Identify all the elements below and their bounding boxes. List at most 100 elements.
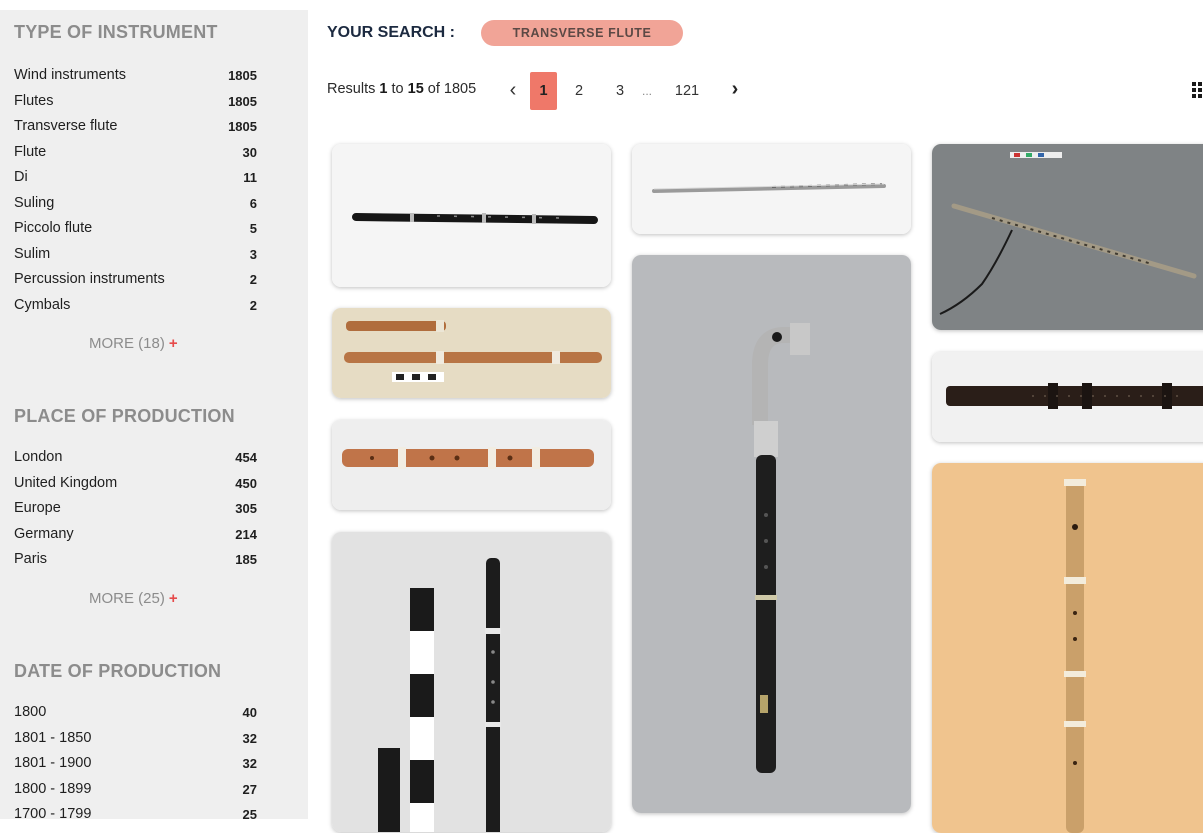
facet-item-count: 6: [249, 195, 257, 211]
plus-icon: +: [168, 590, 178, 607]
facet-item-1800[interactable]: 1800 40: [0, 700, 308, 726]
result-card-boxwood-flute-vertical[interactable]: [932, 463, 1203, 833]
facet-item-label: Di: [14, 169, 28, 185]
facet-item-count: 27: [242, 781, 257, 797]
facet-item-count: 454: [235, 450, 257, 465]
result-card-bass-flute[interactable]: [632, 255, 911, 813]
facet-item-di[interactable]: Di 11: [0, 165, 308, 191]
facet-item-count: 450: [235, 475, 257, 491]
results-to-word: to: [387, 81, 408, 97]
facet-title-date: DATE OF PRODUCTION: [14, 661, 222, 681]
facet-item-count: 2: [249, 272, 257, 287]
facet-item-label: Sulim: [14, 245, 51, 262]
facet-item-london[interactable]: London 454: [0, 445, 308, 471]
facet-item-europe[interactable]: Europe 305: [0, 496, 308, 522]
chevron-right-icon[interactable]: ›: [725, 72, 745, 110]
facet-item-label: Flute: [14, 143, 47, 160]
facet-item-1801-1900[interactable]: 1801 - 1900 32: [0, 751, 308, 777]
facet-item-paris[interactable]: Paris 185: [0, 547, 308, 573]
facet-item-count: 1805: [228, 68, 257, 83]
page-ellipsis: ...: [641, 84, 652, 98]
facet-item-piccolo-flute[interactable]: Piccolo flute 5: [0, 216, 308, 242]
facet-item-count: 1805: [228, 93, 257, 109]
facet-item-label: Suling: [14, 194, 55, 211]
facet-list-place: London 454 United Kingdom 450 Europe 305 Ge…: [0, 445, 308, 573]
facet-item-label: Paris: [14, 551, 48, 567]
more-label: MORE (25): [89, 590, 165, 607]
facet-item-count: 25: [242, 807, 257, 822]
page-button-last[interactable]: 121: [669, 72, 705, 110]
chevron-left-icon[interactable]: ‹: [503, 72, 523, 110]
results-count: Results 1 to 15 of 1805: [327, 81, 476, 97]
facet-item-label: Cymbals: [14, 296, 71, 313]
facet-item-count: 3: [249, 246, 257, 262]
flute-image: [332, 308, 611, 398]
facet-title-instrument: TYPE OF INSTRUMENT: [14, 22, 218, 42]
flute-image: [332, 532, 611, 832]
flute-image: [632, 144, 911, 234]
facet-item-count: 1805: [228, 119, 257, 134]
facet-item-germany[interactable]: Germany 214: [0, 522, 308, 548]
facet-item-label: United Kingdom: [14, 474, 118, 491]
facet-item-united-kingdom[interactable]: United Kingdom 450: [0, 471, 308, 497]
facet-item-label: Piccolo flute: [14, 220, 93, 236]
page-button-3[interactable]: 3: [610, 72, 630, 110]
facet-item-suling[interactable]: Suling 6: [0, 191, 308, 217]
facet-item-count: 30: [242, 144, 257, 160]
facet-list-instrument: Wind instruments 1805 Flutes 1805 Transver…: [0, 63, 308, 318]
facet-item-percussion-instruments[interactable]: Percussion instruments 2: [0, 267, 308, 293]
facet-item-flutes[interactable]: Flutes 1805: [0, 89, 308, 115]
result-card-silver-flute[interactable]: [632, 144, 911, 234]
facet-item-count: 5: [249, 221, 257, 236]
plus-icon: +: [168, 335, 178, 352]
facet-item-label: London: [14, 449, 63, 465]
flute-image: [932, 144, 1203, 330]
results-to: 15: [407, 81, 424, 97]
facet-item-count: 305: [235, 501, 257, 516]
facet-item-label: Wind instruments: [14, 67, 127, 83]
flute-image: [332, 144, 611, 287]
result-card-dark-flute[interactable]: [932, 352, 1203, 442]
facet-title-place: PLACE OF PRODUCTION: [14, 406, 235, 426]
more-place-button[interactable]: MORE (25) +: [89, 590, 178, 607]
result-card-wooden-flute-pieces[interactable]: [332, 308, 611, 398]
facet-item-1800-1899[interactable]: 1800 - 1899 27: [0, 777, 308, 803]
facet-item-count: 2: [249, 297, 257, 313]
page-button-1[interactable]: 1: [530, 72, 557, 110]
facet-item-count: 32: [242, 730, 257, 746]
facet-item-label: 1800: [14, 704, 47, 720]
more-label: MORE (18): [89, 335, 165, 352]
more-instrument-button[interactable]: MORE (18) +: [89, 335, 178, 352]
results-prefix: Results: [327, 81, 380, 97]
facet-item-cymbals[interactable]: Cymbals 2: [0, 293, 308, 319]
facet-item-count: 214: [235, 526, 257, 542]
search-term-chip[interactable]: TRANSVERSE FLUTE: [481, 20, 683, 46]
facet-item-label: Flutes: [14, 92, 54, 109]
flute-image: [932, 463, 1203, 833]
facet-item-label: Europe: [14, 500, 61, 516]
facet-item-wind-instruments[interactable]: Wind instruments 1805: [0, 63, 308, 89]
result-card-black-flute-with-scale[interactable]: [332, 532, 611, 832]
flute-image: [332, 420, 611, 510]
result-card-metal-flute[interactable]: [932, 144, 1203, 330]
facet-list-date: 1800 40 1801 - 1850 32 1801 - 1900 32 1800 …: [0, 700, 308, 828]
facet-item-label: Transverse flute: [14, 118, 118, 134]
facet-item-1801-1850[interactable]: 1801 - 1850 32: [0, 726, 308, 752]
facet-item-1700-1799[interactable]: 1700 - 1799 25: [0, 802, 308, 828]
facet-item-label: 1801 - 1850: [14, 729, 92, 746]
results-total: 1805: [443, 81, 477, 97]
facet-item-label: 1700 - 1799: [14, 806, 92, 822]
facet-item-transverse-flute[interactable]: Transverse flute 1805: [0, 114, 308, 140]
results-of-word: of: [423, 81, 444, 97]
facet-item-label: 1800 - 1899: [14, 780, 92, 797]
facet-item-flute[interactable]: Flute 30: [0, 140, 308, 166]
grid-view-icon[interactable]: [1192, 82, 1203, 102]
flute-image: [632, 255, 911, 813]
result-card-boxwood-flute[interactable]: [332, 420, 611, 510]
facet-item-label: 1801 - 1900: [14, 755, 92, 771]
facet-item-sulim[interactable]: Sulim 3: [0, 242, 308, 268]
facet-item-label: Germany: [14, 525, 74, 542]
result-card-black-flute[interactable]: [332, 144, 611, 287]
page-button-2[interactable]: 2: [569, 72, 589, 110]
filter-sidebar: TYPE OF INSTRUMENT Wind instruments 1805 …: [0, 10, 308, 822]
